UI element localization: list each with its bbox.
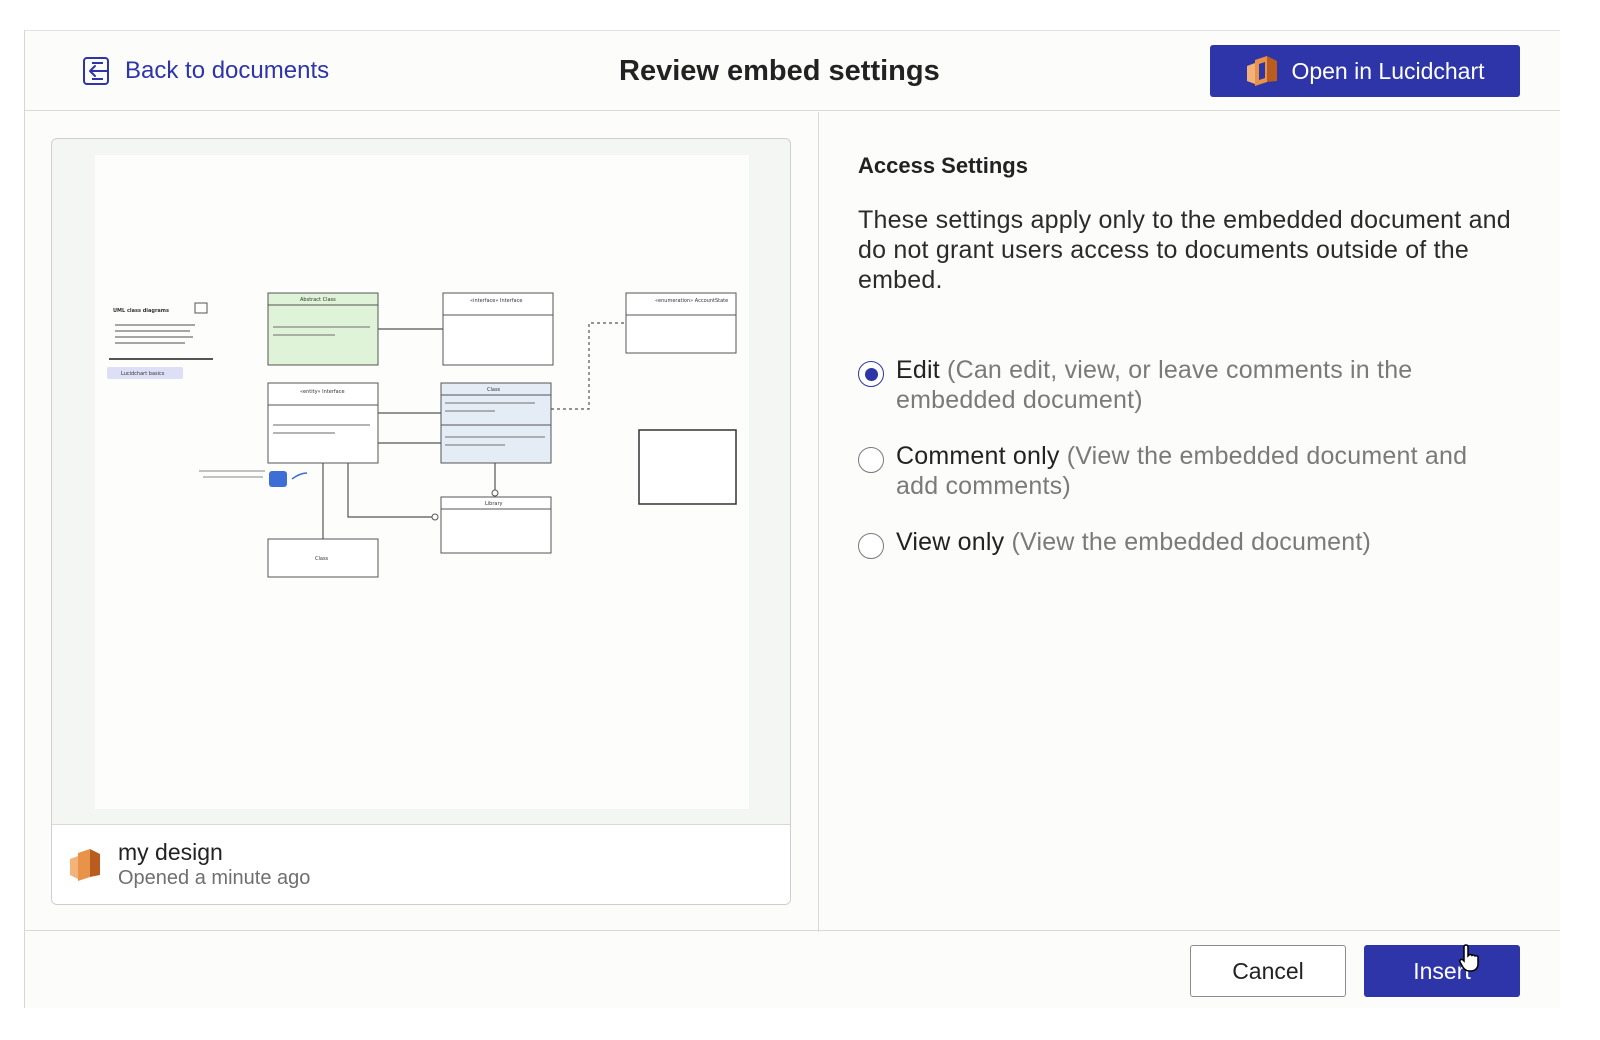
- badge-label: Lucidchart basics: [121, 371, 165, 377]
- lucidchart-doc-icon: [70, 849, 100, 881]
- open-in-lucidchart-button[interactable]: Open in Lucidchart: [1210, 45, 1520, 97]
- dialog-header: Back to documents Review embed settings …: [25, 31, 1560, 111]
- abstract-class-box: [267, 292, 379, 366]
- document-opened-time: Opened a minute ago: [118, 867, 311, 889]
- comment-only-radio[interactable]: [858, 447, 884, 473]
- view-only-description: (View the embedded document): [1011, 528, 1372, 556]
- access-settings-heading: Access Settings: [858, 153, 1028, 178]
- access-settings-panel: Access Settings These settings apply onl…: [858, 153, 1538, 559]
- embed-dialog: Back to documents Review embed settings …: [24, 30, 1560, 1008]
- enumeration-label: «enumeration» AccountState: [655, 298, 728, 304]
- empty-shape-box: [638, 429, 737, 505]
- cancel-button[interactable]: Cancel: [1190, 945, 1346, 997]
- comment-only-label: Comment only: [896, 442, 1060, 470]
- diagram-thumbnail: UML class diagrams Lucidchart basics Abs…: [95, 155, 749, 809]
- view-only-label: View only: [896, 528, 1005, 556]
- back-link-label: Back to documents: [125, 57, 330, 84]
- edit-label: Edit: [896, 356, 940, 384]
- edit-description: (Can edit, view, or leave comments in th…: [896, 356, 1413, 414]
- access-settings-description: These settings apply only to the embedde…: [858, 206, 1511, 294]
- access-option-edit[interactable]: Edit (Can edit, view, or leave comments …: [858, 355, 1508, 415]
- bottom-class-label: Class: [315, 556, 329, 562]
- document-name: my design: [118, 839, 223, 865]
- abstract-class-label: Abstract Class: [300, 297, 336, 303]
- diagram-title: UML class diagrams: [113, 308, 169, 314]
- document-info: my design Opened a minute ago: [52, 824, 790, 904]
- interface-label: «interface» Interface: [470, 298, 522, 304]
- panel-divider: [818, 112, 819, 932]
- diagram-note-lines: [115, 324, 195, 344]
- diagram-note-icon: [194, 302, 208, 314]
- entity-interface-box: [267, 382, 379, 464]
- access-option-view[interactable]: View only (View the embedded document): [858, 527, 1508, 559]
- lucidchart-logo-icon: [1247, 56, 1278, 86]
- comment-marker: [269, 471, 287, 487]
- uml-diagram-preview: UML class diagrams Lucidchart basics Abs…: [107, 292, 737, 578]
- edit-radio[interactable]: [858, 361, 884, 387]
- access-option-comment[interactable]: Comment only (View the embedded document…: [858, 441, 1508, 501]
- open-in-lucidchart-label: Open in Lucidchart: [1291, 57, 1485, 84]
- entity-interface-label: «entity» Interface: [300, 389, 345, 395]
- library-label: Library: [485, 501, 503, 507]
- hand-cursor-icon: [1459, 944, 1479, 972]
- class-label: Class: [487, 387, 501, 393]
- back-to-documents-link[interactable]: Back to documents: [81, 55, 329, 87]
- dialog-footer: Cancel Insert: [25, 930, 1560, 1008]
- document-preview-card[interactable]: UML class diagrams Lucidchart basics Abs…: [51, 138, 791, 905]
- dialog-title: Review embed settings: [619, 55, 940, 87]
- insert-button[interactable]: Insert: [1364, 945, 1520, 997]
- back-arrow-icon: [83, 57, 109, 85]
- view-only-radio[interactable]: [858, 533, 884, 559]
